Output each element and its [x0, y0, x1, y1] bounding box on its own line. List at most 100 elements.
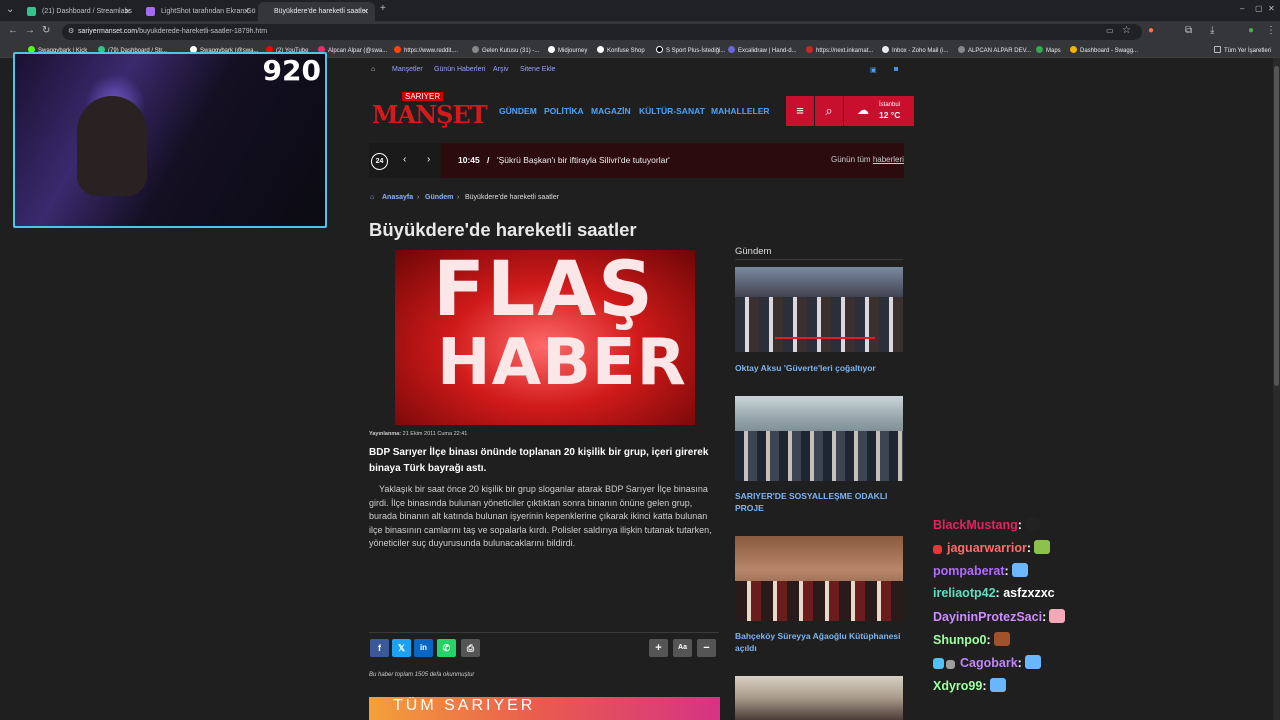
image-text-flas: FLAŞ: [433, 250, 655, 333]
tab-streamlabs[interactable]: (21) Dashboard / Streamlabs ✕: [20, 2, 137, 21]
bookmark-star-icon[interactable]: ☆: [1122, 25, 1131, 37]
cloud-sun-icon: ☁: [857, 103, 869, 117]
share-whatsapp-icon[interactable]: ✆: [437, 639, 456, 657]
badge-icon: [933, 545, 942, 554]
download-icon[interactable]: ⤓: [1210, 25, 1214, 37]
chat-username: ireliaotp42: [933, 586, 996, 600]
bookmark-item[interactable]: Alpcan Alpar (@swa...: [318, 46, 387, 54]
chat-message: pompaberat:: [933, 563, 1028, 578]
ticker-headline[interactable]: 'Şükrü Başkan'ı bir iftirayla Silivri'de…: [497, 155, 670, 165]
bookmark-item[interactable]: Gelen Kutusu (31) -...: [472, 46, 539, 54]
promo-banner[interactable]: TÜM SARIYER: [369, 697, 720, 720]
minimize-icon[interactable]: –: [1240, 3, 1244, 15]
font-size-icon[interactable]: Aa: [673, 639, 692, 657]
all-bookmarks[interactable]: Tüm Yer İşaretleri: [1214, 46, 1271, 54]
bookmark-item[interactable]: https://www.reddit....: [394, 46, 458, 54]
menu-kebab-icon[interactable]: ⋮: [1266, 25, 1276, 37]
bookmark-item[interactable]: Maps: [1036, 46, 1061, 54]
chevron-right-icon: ›: [457, 194, 460, 201]
menu-mahalleler[interactable]: MAHALLELER: [711, 106, 770, 116]
bookmark-item[interactable]: ALPCAN ALPAR DEV...: [958, 46, 1031, 54]
breadcrumb-home[interactable]: Anasayfa: [382, 194, 413, 201]
new-tab-icon[interactable]: +: [380, 3, 386, 15]
tab-lightshot[interactable]: LightShot tarafından Ekran Gö ✕: [139, 2, 256, 21]
close-tab-icon[interactable]: ✕: [243, 2, 250, 21]
bookmark-item[interactable]: https://next.inkarnat...: [806, 46, 873, 54]
cast-icon[interactable]: ▭: [1106, 25, 1114, 37]
maximize-icon[interactable]: ▢: [1255, 3, 1263, 15]
bookmark-item[interactable]: S Sport Plus-İstediği...: [656, 46, 725, 54]
sidebar-caption-3[interactable]: Bahçeköy Süreyya Ağaoğlu Kütüphanesi açı…: [735, 630, 905, 654]
chat-username: jaguarwarrior: [947, 541, 1027, 555]
font-increase-button[interactable]: +: [649, 639, 668, 657]
streamlabs-favicon: [27, 7, 36, 16]
chevron-right-icon: ›: [417, 194, 420, 201]
all-news-link[interactable]: haberleri: [873, 155, 904, 164]
home-icon[interactable]: ⌂: [371, 66, 375, 73]
ticker-next-icon[interactable]: ›: [427, 154, 430, 165]
weather-widget: ☁ İstanbul 12 °C: [844, 96, 914, 126]
reload-icon[interactable]: ↻: [42, 25, 50, 37]
scrollbar-thumb[interactable]: [1274, 66, 1279, 386]
chat-username: Shunpo0: [933, 633, 987, 647]
topnav-arsiv[interactable]: Arşiv: [493, 66, 509, 73]
topnav-gunun-haberleri[interactable]: Günün Haberleri: [434, 66, 485, 73]
sidebar-caption-2[interactable]: SARIYER'DE SOSYALLEŞME ODAKLI PROJE: [735, 490, 905, 514]
topnav-sitene-ekle[interactable]: Sitene Ekle: [520, 66, 555, 73]
menu-gundem[interactable]: GÜNDEM: [499, 106, 537, 116]
share-linkedin-icon[interactable]: in: [414, 639, 433, 657]
chat-message: ireliaotp42: asfzxzxc: [933, 586, 1055, 600]
tab-active-article[interactable]: Büyükdere'de hareketli saatler ✕: [258, 2, 375, 21]
extensions-puzzle-icon[interactable]: ⧉: [1185, 25, 1192, 37]
close-tab-icon[interactable]: ✕: [362, 2, 369, 21]
extension-icon[interactable]: ●: [1148, 25, 1154, 37]
topnav-manşetler[interactable]: Manşetler: [392, 66, 423, 73]
sidebar-thumb-3[interactable]: [735, 536, 903, 621]
bookmark-item[interactable]: Midjourney: [548, 46, 587, 54]
menu-magazin[interactable]: MAGAZİN: [591, 106, 631, 116]
sidebar-caption-1[interactable]: Oktay Aksu 'Güverte'leri çoğaltıyor: [735, 362, 905, 374]
hamburger-menu-icon[interactable]: ≡: [786, 96, 814, 126]
site-info-icon[interactable]: ⚙: [68, 24, 74, 40]
ticker-prev-icon[interactable]: ‹: [403, 154, 406, 165]
address-bar[interactable]: ⚙ sariyermanset.com/buyukderede-hareketl…: [62, 24, 1142, 40]
sidebar-thumb-4[interactable]: [735, 676, 903, 720]
badge-icon: [946, 660, 955, 669]
emote-icon: [993, 632, 1010, 646]
page-scrollbar[interactable]: [1273, 58, 1280, 720]
browser-toolbar: ← → ↻ ⚙ sariyermanset.com/buyukderede-ha…: [0, 21, 1280, 42]
print-icon[interactable]: ⎙: [461, 639, 480, 657]
instagram-icon[interactable]: ◙: [894, 66, 898, 73]
profile-avatar-icon[interactable]: ●: [1248, 25, 1254, 37]
sidebar-thumb-2[interactable]: [735, 396, 903, 481]
back-icon[interactable]: ←: [8, 25, 18, 37]
streamer-silhouette: [77, 96, 147, 196]
site-logo[interactable]: SARIYER MANŞET: [372, 92, 488, 130]
menu-kultur-sanat[interactable]: KÜLTÜR-SANAT: [639, 106, 705, 116]
chat-username: BlackMustang: [933, 518, 1018, 532]
bookmark-item[interactable]: Excalidraw | Hand-d...: [728, 46, 797, 54]
ticker-all-news[interactable]: Günün tüm haberleri: [831, 155, 904, 164]
bookmark-item[interactable]: Dashboard - Swagg...: [1070, 46, 1138, 54]
font-decrease-button[interactable]: −: [697, 639, 716, 657]
article-lead: BDP Sarıyer İlçe binası önünde toplanan …: [369, 447, 709, 474]
bookmark-item[interactable]: Konfuse Shop: [597, 46, 645, 54]
publish-info: Yayınlanma: 21 Ekim 2011 Cuma 22:41: [369, 431, 467, 437]
share-facebook-icon[interactable]: f: [370, 639, 389, 657]
breadcrumb-gundem[interactable]: Gündem: [425, 194, 453, 201]
chat-sep: :: [982, 679, 987, 693]
url-path: /buyukderede-hareketli-saatler-1879h.htm: [137, 28, 268, 35]
close-tab-icon[interactable]: ✕: [124, 2, 131, 21]
share-x-icon[interactable]: 𝕏: [392, 639, 411, 657]
chat-username: DayininProtezSaci: [933, 610, 1043, 624]
emote-icon: [1049, 609, 1066, 623]
search-icon[interactable]: ⌕: [815, 96, 843, 126]
bookmark-item[interactable]: Inbox - Zoho Mail (i...: [882, 46, 948, 54]
sidebar-thumb-1[interactable]: [735, 267, 903, 352]
ticker-separator: /: [487, 155, 490, 165]
forward-icon[interactable]: →: [25, 25, 35, 37]
tab-search-icon[interactable]: ⌄: [6, 4, 14, 16]
window-close-icon[interactable]: ✕: [1268, 3, 1275, 15]
youtube-icon[interactable]: ▣: [870, 66, 877, 74]
menu-politika[interactable]: POLİTİKA: [544, 106, 584, 116]
